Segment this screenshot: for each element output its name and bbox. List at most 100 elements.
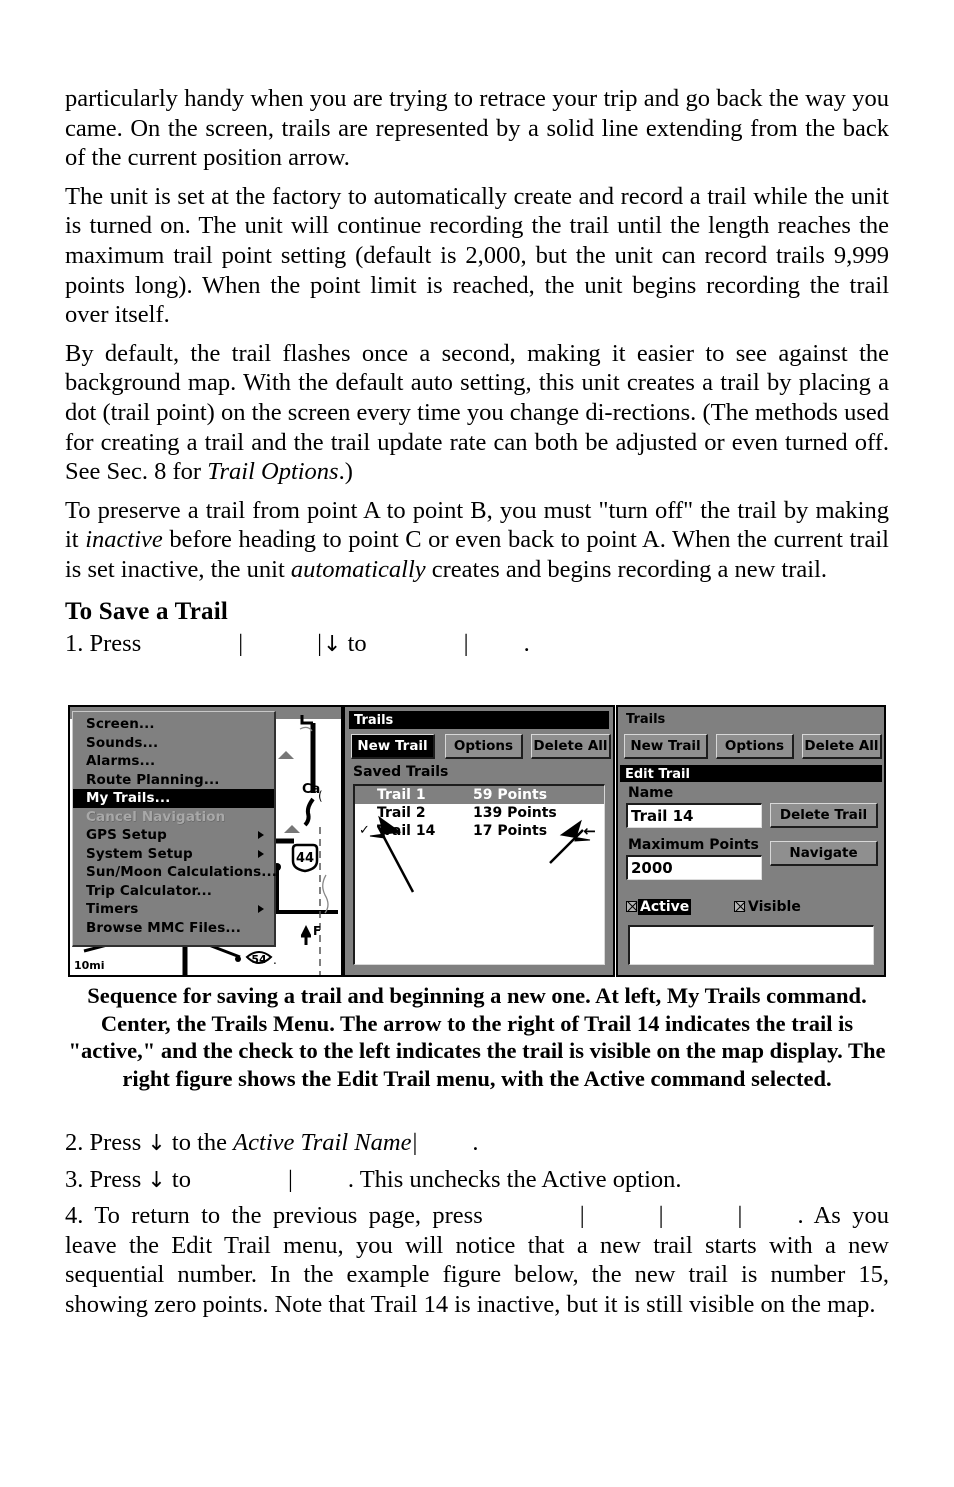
table-row[interactable]: Trail 1 59 Points [355, 786, 604, 804]
menu-item-my-trails[interactable]: My Trails... [73, 789, 274, 808]
menu-item-gps-setup[interactable]: GPS Setup [73, 826, 274, 845]
name-label: Name [628, 785, 674, 801]
visible-check-icon: ✓ [359, 823, 370, 838]
visible-checkbox-label: Visible [748, 899, 801, 915]
menu-item-label: Timers [86, 901, 139, 917]
svg-text:.: . [273, 953, 277, 967]
figure-my-trails-command: 44 54 Ca ( F . 10mi Screen... Sounds... … [68, 705, 343, 977]
down-arrow-icon-2: ↓ [147, 1131, 166, 1156]
menu-item-screen[interactable]: Screen... [73, 715, 274, 734]
menu-item-route-planning[interactable]: Route Planning... [73, 771, 274, 790]
paragraph-1: particularly handy when you are trying t… [65, 85, 889, 172]
my-trails-dropdown-menu[interactable]: Screen... Sounds... Alarms... Route Plan… [72, 711, 277, 947]
separator-bar-8: | [737, 1202, 743, 1230]
table-row[interactable]: Trail 2 139 Points [355, 804, 604, 822]
active-checkbox[interactable]: Active [626, 899, 692, 915]
menu-item-cancel-navigation: Cancel Navigation [73, 808, 274, 827]
saved-trails-label: Saved Trails [353, 764, 449, 780]
step-2-suffix: . [472, 1129, 479, 1156]
step-3-prefix: 3. Press [65, 1165, 142, 1193]
submenu-arrow-icon [258, 849, 264, 858]
separator-bar-3: | [463, 629, 469, 657]
map-scale-label: 10mi [74, 959, 105, 972]
menu-item-label: Sounds... [86, 734, 159, 751]
menu-item-browse-mmc-files[interactable]: Browse MMC Files... [73, 919, 274, 938]
step-1-prefix: 1. Press [65, 629, 142, 657]
step-1: 1. Press | |↓ to |. [65, 629, 889, 660]
document-page: particularly handy when you are trying t… [0, 0, 954, 1487]
checkbox-icon [734, 901, 745, 912]
step-4: 4. To return to the previous page, press… [65, 1201, 889, 1319]
step-3-suffix: . This unchecks the Active option. [347, 1165, 682, 1193]
body-text-column: particularly handy when you are trying t… [65, 84, 889, 665]
menu-item-label: Route Planning... [86, 771, 220, 788]
paragraph-4-italic-automatically: automatically [290, 555, 426, 583]
paragraph-3-text: By default, the trail flashes once a sec… [65, 339, 889, 486]
maximum-points-field[interactable]: 2000 [626, 855, 762, 880]
step-2-italic: Active Trail Name [233, 1129, 412, 1156]
menu-item-label: Screen... [86, 716, 155, 732]
options-button[interactable]: Options [445, 734, 523, 759]
separator-bar-7: | [658, 1202, 664, 1230]
separator-bar-6: | [579, 1202, 585, 1230]
submenu-arrow-icon [258, 905, 264, 914]
step-3: 3. Press ↓ to | . This unchecks the Active… [65, 1165, 889, 1196]
separator-bar-5: | [287, 1165, 293, 1193]
menu-item-label: My Trails... [86, 790, 171, 806]
menu-item-label: Alarms... [86, 753, 156, 769]
menu-item-label: Sun/Moon Calculations... [86, 864, 277, 880]
figure-caption: Sequence for saving a trail and beginnin… [68, 983, 886, 1091]
menu-item-alarms[interactable]: Alarms... [73, 752, 274, 771]
new-trail-button[interactable]: New Trail [624, 734, 708, 759]
table-row[interactable]: ✓ Trail 14 17 Points ← [355, 822, 604, 840]
menu-item-system-setup[interactable]: System Setup [73, 845, 274, 864]
step-1-suffix: . [523, 629, 530, 657]
step-3-mid: to [171, 1165, 191, 1193]
menu-item-trip-calculator[interactable]: Trip Calculator... [73, 882, 274, 901]
paragraph-3: By default, the trail flashes once a sec… [65, 339, 889, 487]
separator-bar-4: | [412, 1129, 418, 1156]
menu-item-sun-moon-calculations[interactable]: Sun/Moon Calculations... [73, 863, 277, 882]
down-arrow-icon-1: ↓ [323, 631, 342, 657]
step-2-mid: to the [171, 1129, 228, 1156]
svg-text:44: 44 [296, 851, 314, 866]
menu-item-label: Browse MMC Files... [86, 919, 242, 936]
trails-button-row: New Trail Options Delete All [624, 734, 882, 760]
submenu-arrow-icon [258, 831, 264, 840]
trail-points: 17 Points [473, 823, 548, 839]
checkbox-icon [626, 901, 637, 912]
trails-title-bar: Trails [349, 711, 609, 729]
saved-trails-list[interactable]: Trail 1 59 Points Trail 2 139 Points ✓ T… [353, 784, 605, 965]
svg-text:F: F [313, 924, 321, 938]
edit-trail-empty-list[interactable] [628, 925, 874, 965]
visible-checkbox[interactable]: Visible [734, 899, 803, 915]
trail-points: 139 Points [473, 805, 557, 821]
paragraph-2: The unit is set at the factory to automa… [65, 182, 889, 329]
delete-all-button[interactable]: Delete All [531, 734, 611, 759]
active-checkbox-label: Active [638, 899, 692, 915]
svg-text:54: 54 [251, 953, 267, 966]
menu-item-timers[interactable]: Timers [73, 900, 274, 919]
navigate-button[interactable]: Navigate [770, 841, 878, 866]
down-arrow-icon-3: ↓ [147, 1167, 166, 1193]
name-field[interactable]: Trail 14 [626, 803, 762, 828]
menu-item-label: GPS Setup [86, 827, 167, 843]
trail-points: 59 Points [473, 787, 548, 803]
menu-item-label: Cancel Navigation [86, 808, 226, 825]
step-2-prefix: 2. Press [65, 1129, 142, 1156]
svg-text:(: ( [318, 789, 323, 803]
step-2: 2. Press ↓ to the Active Trail Name|. [65, 1128, 889, 1159]
menu-item-label: Trip Calculator... [86, 882, 213, 899]
delete-trail-button[interactable]: Delete Trail [770, 803, 878, 828]
new-trail-button[interactable]: New Trail [351, 734, 435, 759]
paragraph-4: To preserve a trail from point A to poin… [65, 496, 889, 585]
paragraph-4-seg3: creates and begins recording a new trail… [425, 555, 827, 583]
paragraph-3-italic: Trail Options [207, 458, 339, 486]
step-1-mid: to [347, 629, 367, 657]
menu-item-label: System Setup [86, 845, 193, 862]
options-button[interactable]: Options [716, 734, 794, 759]
section-heading-to-save-a-trail: To Save a Trail [65, 597, 228, 625]
delete-all-button[interactable]: Delete All [802, 734, 882, 759]
menu-item-sounds[interactable]: Sounds... [73, 734, 274, 753]
trails-button-row: New Trail Options Delete All [351, 734, 611, 760]
